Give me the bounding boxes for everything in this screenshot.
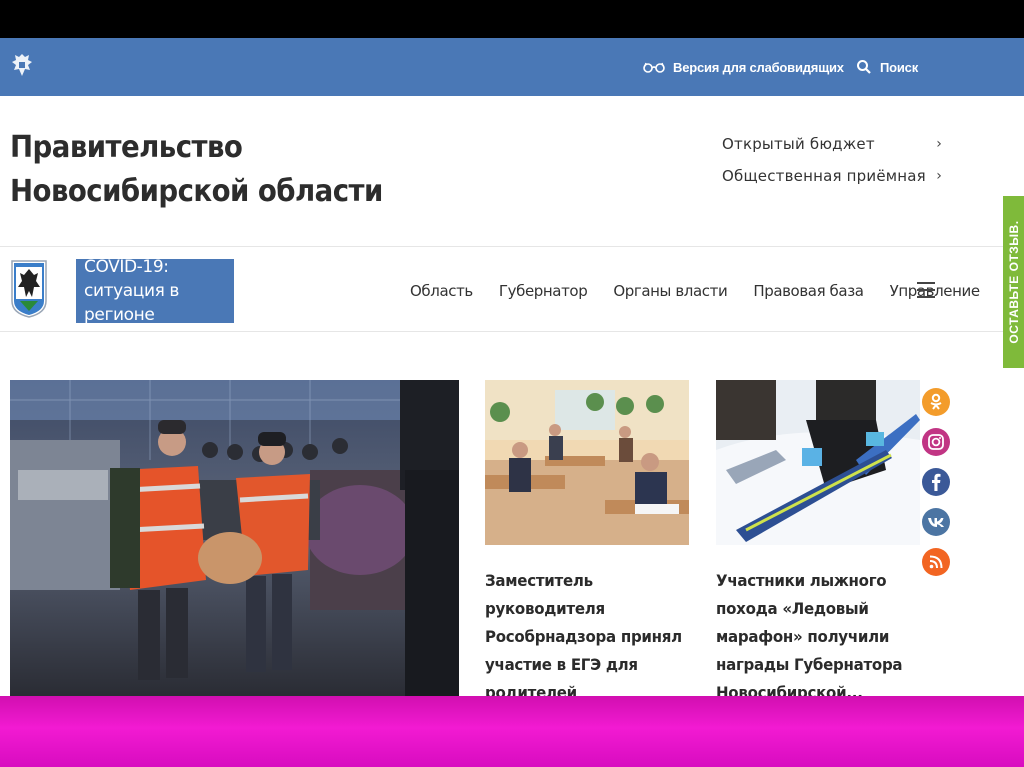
feedback-label: ОСТАВЬТЕ ОТЗЫВ.	[1006, 220, 1021, 344]
facebook-icon[interactable]	[922, 468, 950, 496]
news-card-title: Заместитель руководителя Рособрнадзора п…	[485, 571, 682, 696]
covid-line-2: ситуация в регионе	[84, 281, 180, 325]
accessibility-label: Версия для слабовидящих	[673, 59, 844, 75]
ski-boot-photo	[716, 380, 920, 545]
accessibility-version-link[interactable]: Версия для слабовидящих	[643, 56, 844, 78]
news-card-image	[485, 380, 689, 545]
coat-of-arms-icon[interactable]	[10, 52, 34, 78]
main-nav: Область Губернатор Органы власти Правова…	[410, 278, 1002, 304]
search-label: Поиск	[880, 59, 919, 75]
covid-situation-button[interactable]: COVID-19: ситуация в регионе	[76, 257, 234, 325]
nav-item-legal-base[interactable]: Правовая база	[753, 282, 864, 300]
open-budget-label: Открытый бюджет	[722, 135, 875, 153]
news-card-image	[716, 380, 920, 545]
search-link[interactable]: Поиск	[856, 56, 918, 78]
covid-line-1: COVID-19:	[84, 257, 169, 277]
nav-item-governor[interactable]: Губернатор	[499, 282, 588, 300]
news-card-title: Участники лыжного похода «Ледовый марафо…	[716, 571, 903, 696]
nav-divider	[0, 331, 1024, 332]
header-divider	[0, 246, 1024, 247]
news-card[interactable]: Заместитель руководителя Рособрнадзора п…	[485, 380, 689, 696]
top-bar: Версия для слабовидящих Поиск	[0, 38, 1024, 96]
instagram-icon[interactable]	[922, 428, 950, 456]
nav-item-authorities[interactable]: Органы власти	[613, 282, 727, 300]
slide-frame: Версия для слабовидящих Поиск Правительс…	[0, 0, 1024, 767]
chevron-right-icon: ›	[936, 168, 942, 184]
glasses-icon	[643, 62, 665, 73]
open-budget-link[interactable]: Открытый бюджет ›	[722, 128, 942, 160]
site-title-line-1: Правительство	[10, 130, 243, 165]
chevron-right-icon: ›	[936, 136, 942, 152]
vk-icon[interactable]	[922, 508, 950, 536]
browser-screenshot: Версия для слабовидящих Поиск Правительс…	[0, 38, 1024, 696]
region-crest-icon[interactable]	[10, 257, 48, 319]
odnoklassniki-icon[interactable]	[922, 388, 950, 416]
feedback-tab[interactable]: ОСТАВЬТЕ ОТЗЫВ.	[1003, 196, 1024, 368]
public-reception-label: Общественная приёмная	[722, 167, 926, 185]
site-title-line-2: Новосибирской области	[10, 174, 383, 209]
site-title[interactable]: Правительство Новосибирской области	[10, 126, 396, 214]
warehouse-photo	[10, 380, 459, 696]
hero-news-image[interactable]	[10, 380, 459, 696]
rss-icon[interactable]	[922, 548, 950, 576]
public-reception-link[interactable]: Общественная приёмная ›	[722, 160, 942, 192]
header-links: Открытый бюджет › Общественная приёмная …	[722, 128, 942, 192]
slide-bottom-band	[0, 696, 1024, 767]
exam-classroom-photo	[485, 380, 689, 545]
hamburger-menu-icon[interactable]	[917, 282, 935, 298]
news-card[interactable]: Участники лыжного похода «Ледовый марафо…	[716, 380, 920, 696]
search-icon	[857, 60, 871, 74]
nav-item-region[interactable]: Область	[410, 282, 473, 300]
